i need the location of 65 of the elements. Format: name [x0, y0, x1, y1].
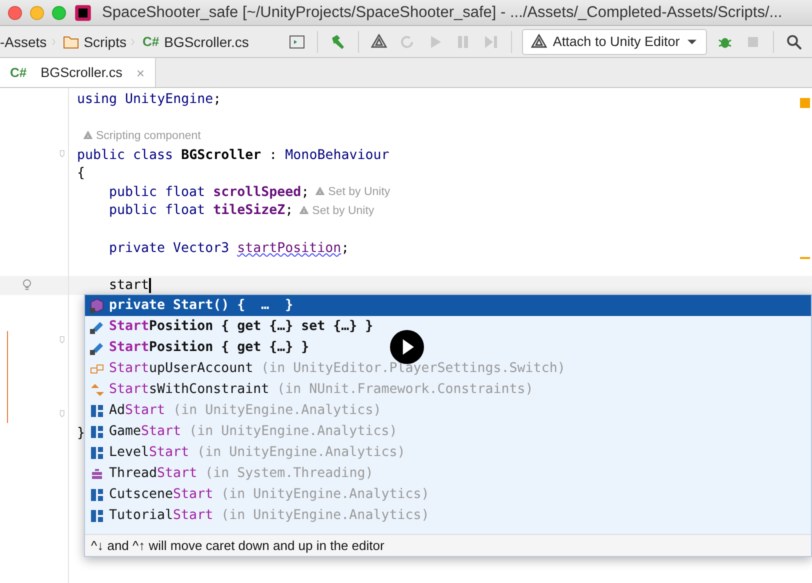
code-token: UnityEngine: [125, 92, 214, 107]
code-token: public float: [109, 203, 206, 218]
minimize-button[interactable]: [30, 6, 44, 20]
code-token: private: [109, 240, 166, 256]
completion-item[interactable]: StartupUserAccount (in UnityEditor.PlayerSettings.Switch): [85, 358, 811, 379]
class-icon: [89, 508, 105, 524]
completion-item[interactable]: ThreadStart (in System.Threading): [85, 463, 811, 484]
breadcrumb[interactable]: -Assets: [0, 34, 51, 50]
search-drawing: [786, 34, 802, 50]
app-icon: [74, 4, 92, 22]
code-token: Vector3: [173, 240, 230, 256]
completion-item[interactable]: StartPosition { get {…} }: [85, 337, 811, 358]
code-token: tileSizeZ: [213, 203, 286, 218]
code-hint: Set by Unity: [299, 204, 374, 217]
warning-marker: [800, 98, 810, 108]
completion-item[interactable]: StartsWithConstraint (in NUnit.Framework.Constraints): [85, 379, 811, 400]
code-token: {: [77, 166, 86, 182]
class-icon: [89, 444, 105, 460]
code-token: ;: [301, 184, 310, 200]
code-token: ;: [213, 92, 222, 107]
error-marker: [800, 257, 810, 259]
code-hint: Scripting component: [83, 130, 201, 142]
completion-item[interactable]: AdStart (in UnityEngine.Analytics): [85, 400, 811, 421]
completion-item[interactable]: GameStart (in UnityEngine.Analytics): [85, 421, 811, 442]
code-token: ;: [285, 203, 294, 218]
code-token: startPosition: [237, 240, 342, 256]
step-drawing: [482, 34, 499, 50]
unity-icon: [299, 206, 310, 216]
code-token: :: [268, 148, 278, 163]
code-token: using: [77, 92, 118, 107]
unity-icon: [83, 131, 93, 142]
breadcrumb[interactable]: C# BGScroller.cs: [138, 34, 253, 50]
code-token: start: [109, 278, 150, 293]
completion-hint: ^↓ and ^↑ will move caret down and up in the editor: [85, 534, 811, 556]
terminal-drawing: [288, 34, 305, 50]
completion-item[interactable]: CutsceneStart (in UnityEngine.Analytics): [85, 484, 811, 505]
unity-icon: [315, 187, 326, 198]
code-token: ;: [341, 240, 350, 256]
code-token: MonoBehaviour: [285, 148, 390, 163]
unity-drawing: [370, 34, 387, 50]
completion-item[interactable]: StartPosition { get {…} set {…} }: [85, 316, 811, 337]
completion-item[interactable]: LevelStart (in UnityEngine.Analytics): [85, 442, 811, 463]
cube-icon: [89, 298, 105, 314]
code-token: BGScroller: [181, 148, 262, 163]
editor-tab[interactable]: C# BGScroller.cs ×: [0, 58, 156, 87]
code-hint: Set by Unity: [315, 186, 390, 198]
lightbulb-icon: [20, 278, 34, 292]
breadcrumb[interactable]: Scripts: [58, 34, 130, 50]
window-title: SpaceShooter_safe [~/UnityProjects/SpaceShooter_safe] - .../Assets/_Completed-Assets/Scripts/...: [102, 4, 782, 22]
class-icon: [89, 402, 105, 418]
code-token: scrollSpeed: [213, 184, 302, 200]
code-token: public class: [77, 148, 174, 163]
close-button[interactable]: [8, 6, 22, 20]
completion-item[interactable]: TutorialStart (in UnityEngine.Analytics): [85, 505, 811, 526]
refresh-drawing: [398, 34, 415, 50]
completion-item[interactable]: private Start() { … }: [85, 295, 811, 316]
maximize-button[interactable]: [52, 6, 66, 20]
class-icon: [89, 424, 105, 440]
code-token: }: [77, 426, 86, 442]
arrows-icon: [89, 382, 105, 398]
code-token: public float: [109, 184, 206, 200]
folder-icon: [62, 34, 79, 50]
run-configuration-dropdown[interactable]: Attach to Unity Editor: [522, 28, 707, 54]
unity-icon: [530, 34, 547, 50]
class-icon: [89, 486, 105, 502]
